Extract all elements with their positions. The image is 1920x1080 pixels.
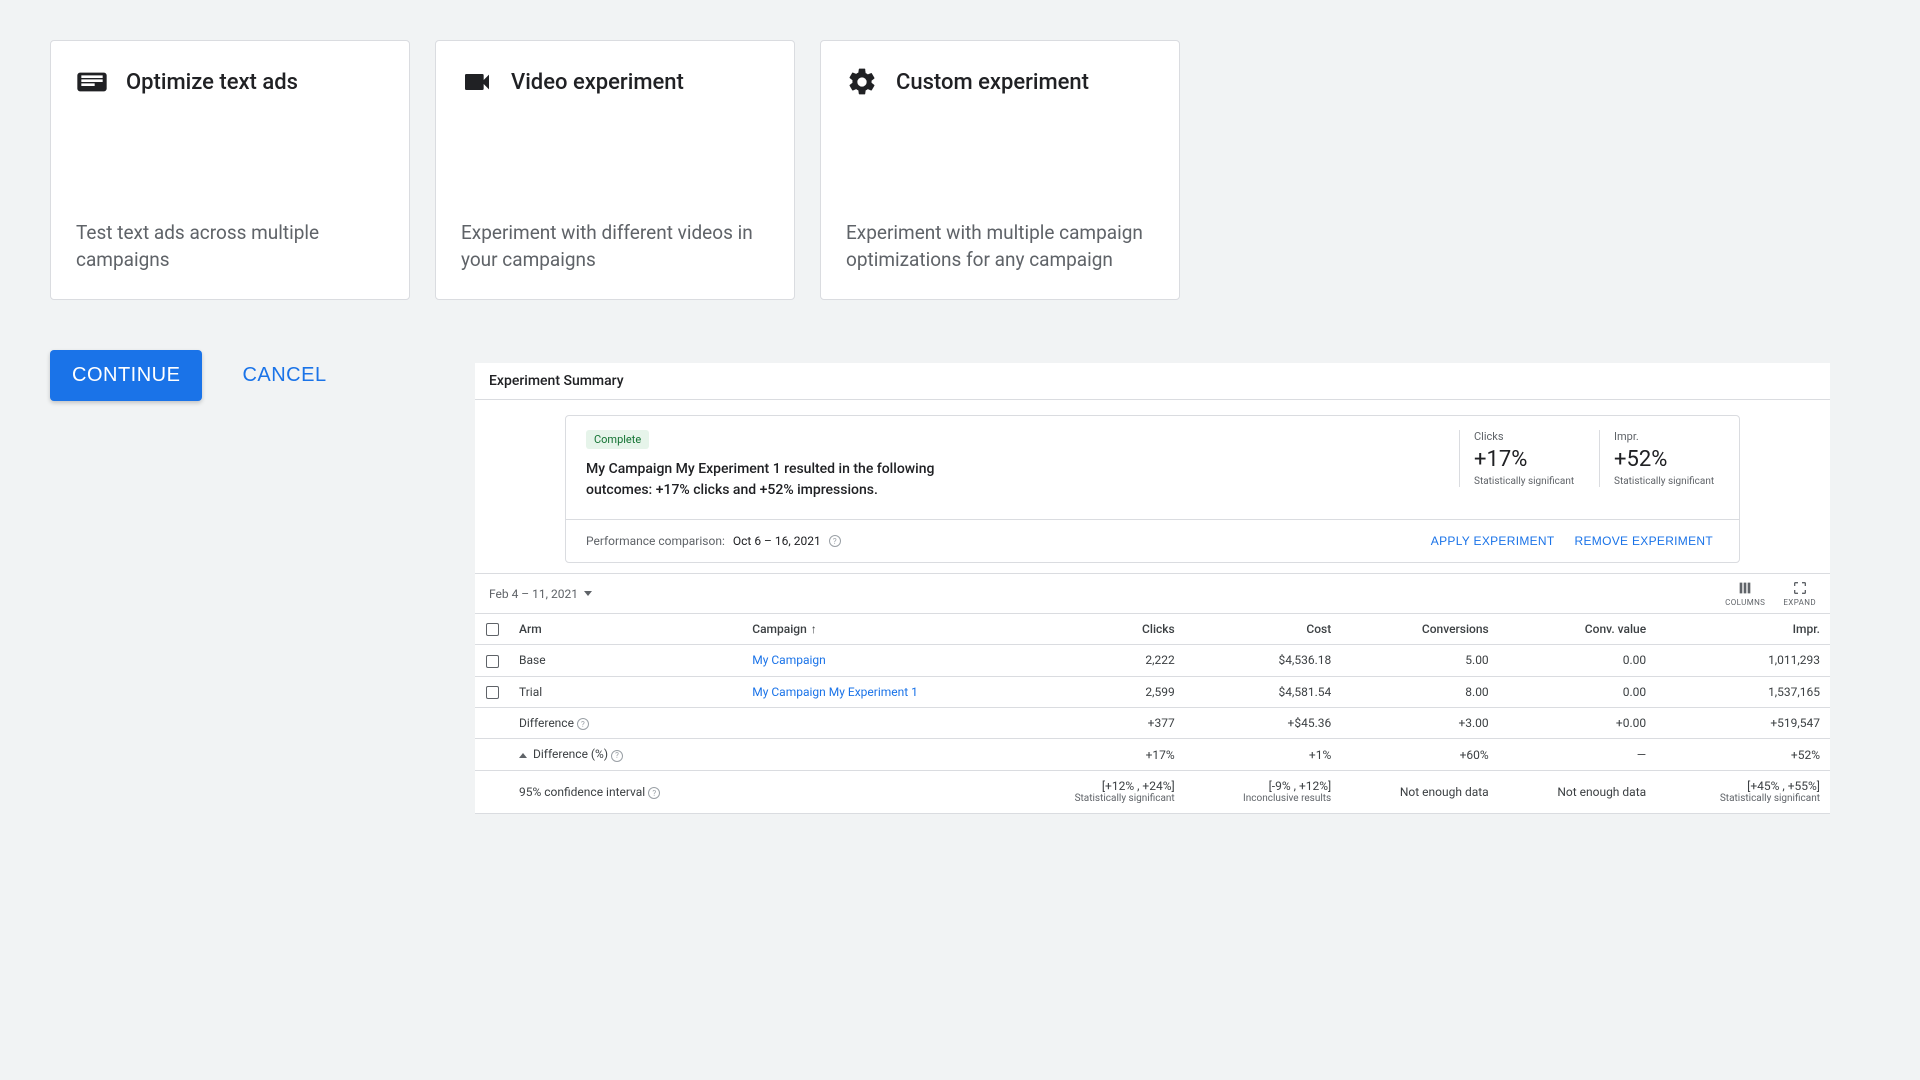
- expand-button[interactable]: EXPAND: [1783, 580, 1816, 607]
- card-description: Experiment with different videos in your…: [461, 219, 769, 274]
- summary-header: Experiment Summary: [475, 363, 1830, 400]
- card-description: Test text ads across multiple campaigns: [76, 219, 384, 274]
- impr-cell: 1,011,293: [1656, 645, 1830, 676]
- expand-label: EXPAND: [1783, 598, 1816, 607]
- conversions-cell: 8.00: [1341, 676, 1498, 707]
- impr-cell: 1,537,165: [1656, 676, 1830, 707]
- table-row: Trial My Campaign My Experiment 1 2,599 …: [475, 676, 1830, 707]
- sort-ascending-icon: ↑: [811, 622, 817, 636]
- clicks-cell: 2,222: [1011, 645, 1185, 676]
- perf-comparison-date: Oct 6 – 16, 2021: [733, 534, 821, 548]
- conv-value-cell: 0.00: [1499, 645, 1656, 676]
- continue-button[interactable]: CONTINUE: [50, 350, 202, 401]
- clicks-cell: 2,599: [1011, 676, 1185, 707]
- card-title: Optimize text ads: [126, 70, 298, 95]
- conversions-cell: 5.00: [1341, 645, 1498, 676]
- help-icon[interactable]: ?: [829, 535, 841, 547]
- perf-comparison-label: Performance comparison:: [586, 534, 725, 548]
- col-cost[interactable]: Cost: [1185, 614, 1342, 645]
- row-checkbox[interactable]: [486, 655, 499, 668]
- select-all-checkbox[interactable]: [486, 623, 499, 636]
- columns-label: COLUMNS: [1725, 598, 1765, 607]
- metric-value: +17%: [1474, 447, 1579, 472]
- card-description: Experiment with multiple campaign optimi…: [846, 219, 1154, 274]
- help-icon[interactable]: ?: [577, 718, 589, 730]
- col-campaign[interactable]: Campaign↑: [742, 614, 1011, 645]
- help-icon[interactable]: ?: [611, 750, 623, 762]
- text-ads-icon: [76, 66, 108, 98]
- caret-up-icon: [519, 753, 527, 758]
- summary-text: My Campaign My Experiment 1 resulted in …: [586, 459, 966, 501]
- apply-experiment-button[interactable]: APPLY EXPERIMENT: [1425, 530, 1561, 552]
- results-table: Arm Campaign↑ Clicks Cost Conversions Co…: [475, 613, 1830, 814]
- card-optimize-text-ads[interactable]: Optimize text ads Test text ads across m…: [50, 40, 410, 300]
- card-video-experiment[interactable]: Video experiment Experiment with differe…: [435, 40, 795, 300]
- remove-experiment-button[interactable]: REMOVE EXPERIMENT: [1569, 530, 1719, 552]
- campaign-link[interactable]: My Campaign My Experiment 1: [752, 685, 918, 699]
- table-toolbar: Feb 4 – 11, 2021 COLUMNS EXPAND: [475, 573, 1830, 613]
- conv-value-cell: 0.00: [1499, 676, 1656, 707]
- confidence-label: 95% confidence interval ?: [509, 770, 742, 813]
- difference-pct-row: Difference (%) ? +17% +1% +60% — +52%: [475, 739, 1830, 771]
- experiment-summary-panel: Experiment Summary Complete My Campaign …: [475, 363, 1830, 814]
- col-clicks[interactable]: Clicks: [1011, 614, 1185, 645]
- gear-icon: [846, 66, 878, 98]
- columns-icon: [1737, 580, 1753, 596]
- difference-label: Difference ?: [509, 707, 742, 739]
- expand-icon: [1792, 580, 1808, 596]
- arm-cell: Base: [509, 645, 742, 676]
- col-arm[interactable]: Arm: [509, 614, 742, 645]
- campaign-link[interactable]: My Campaign: [752, 653, 826, 667]
- date-range-label: Feb 4 – 11, 2021: [489, 587, 578, 601]
- table-header-row: Arm Campaign↑ Clicks Cost Conversions Co…: [475, 614, 1830, 645]
- col-impr[interactable]: Impr.: [1656, 614, 1830, 645]
- date-range-picker[interactable]: Feb 4 – 11, 2021: [489, 587, 592, 601]
- metric-note: Statistically significant: [1614, 476, 1719, 487]
- help-icon[interactable]: ?: [648, 787, 660, 799]
- metric-label: Impr.: [1614, 430, 1719, 443]
- metric-value: +52%: [1614, 447, 1719, 472]
- summary-card: Complete My Campaign My Experiment 1 res…: [565, 415, 1740, 563]
- card-title: Custom experiment: [896, 70, 1089, 95]
- chevron-down-icon: [584, 591, 592, 596]
- row-checkbox[interactable]: [486, 686, 499, 699]
- columns-button[interactable]: COLUMNS: [1725, 580, 1765, 607]
- difference-pct-label[interactable]: Difference (%) ?: [509, 739, 742, 771]
- cost-cell: $4,581.54: [1185, 676, 1342, 707]
- video-icon: [461, 66, 493, 98]
- difference-row: Difference ? +377 +$45.36 +3.00 +0.00 +5…: [475, 707, 1830, 739]
- cancel-button[interactable]: CANCEL: [232, 350, 336, 401]
- confidence-row: 95% confidence interval ? [+12% , +24%]S…: [475, 770, 1830, 813]
- metric-clicks: Clicks +17% Statistically significant: [1459, 430, 1579, 487]
- table-row: Base My Campaign 2,222 $4,536.18 5.00 0.…: [475, 645, 1830, 676]
- col-conv-value[interactable]: Conv. value: [1499, 614, 1656, 645]
- card-custom-experiment[interactable]: Custom experiment Experiment with multip…: [820, 40, 1180, 300]
- status-badge: Complete: [586, 430, 649, 449]
- metric-impressions: Impr. +52% Statistically significant: [1599, 430, 1719, 487]
- col-conversions[interactable]: Conversions: [1341, 614, 1498, 645]
- metric-note: Statistically significant: [1474, 476, 1579, 487]
- cost-cell: $4,536.18: [1185, 645, 1342, 676]
- experiment-type-cards: Optimize text ads Test text ads across m…: [50, 40, 1410, 300]
- card-title: Video experiment: [511, 70, 684, 95]
- arm-cell: Trial: [509, 676, 742, 707]
- metric-label: Clicks: [1474, 430, 1579, 443]
